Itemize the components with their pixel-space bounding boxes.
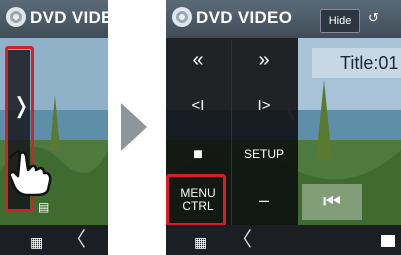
stop-button[interactable]: ■: [166, 136, 230, 172]
transition-arrow-icon: [121, 103, 147, 151]
end-icon: [381, 235, 395, 247]
app-title: DVD VIDEO: [196, 8, 293, 27]
disc-icon: [172, 7, 192, 27]
tapping-hand-icon: [8, 150, 52, 196]
grid-menu-icon[interactable]: ▦: [194, 235, 208, 249]
fast-forward-button[interactable]: »: [232, 42, 296, 78]
minus-button[interactable]: –: [232, 176, 296, 224]
rewind-button[interactable]: «: [166, 42, 230, 78]
previous-chapter-button[interactable]: ⏮: [302, 184, 362, 220]
close-panel-arrow-icon[interactable]: ❬: [282, 97, 300, 119]
title-readout: Title:01: [312, 48, 401, 78]
hide-button[interactable]: Hide: [320, 9, 360, 33]
app-title: DVD VIDEO: [30, 8, 108, 27]
bottom-bar: [0, 225, 108, 255]
setup-button[interactable]: SETUP: [232, 136, 296, 172]
disc-icon: [6, 7, 26, 27]
left-screen: DVD VIDEO ❭ ▤ ▦ 〈: [0, 0, 108, 255]
back-chevron-icon[interactable]: 〈: [232, 230, 252, 250]
back-chevron-icon[interactable]: 〈: [66, 230, 86, 250]
small-list-icon: ▤: [38, 200, 50, 214]
repeat-icon[interactable]: ↺: [368, 10, 379, 26]
highlight-box: [166, 174, 226, 226]
grid-menu-icon[interactable]: ▦: [30, 235, 44, 249]
slow-rewind-button[interactable]: <I: [166, 87, 230, 123]
